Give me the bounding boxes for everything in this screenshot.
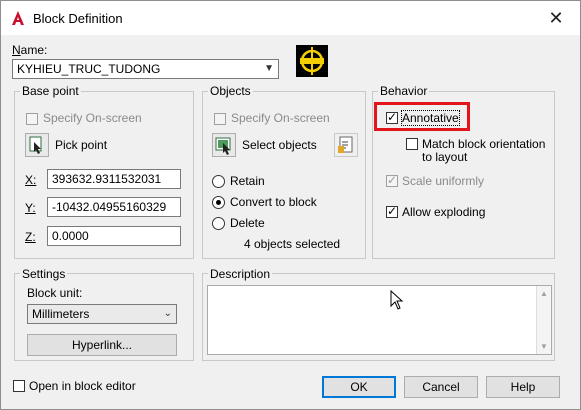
block-unit-label: Block unit: bbox=[27, 286, 83, 300]
description-scrollbar[interactable]: ▲ ▼ bbox=[536, 286, 551, 354]
match-orientation-label-line2: to layout bbox=[422, 150, 468, 164]
settings-title: Settings bbox=[20, 267, 68, 281]
close-icon[interactable]: ✕ bbox=[545, 7, 567, 29]
block-unit-select[interactable]: Millimeters ⌄ bbox=[27, 304, 177, 324]
description-textarea[interactable]: ▲ ▼ bbox=[207, 285, 552, 355]
mouse-cursor-icon bbox=[390, 290, 404, 310]
chevron-down-icon[interactable]: ⌄ bbox=[164, 308, 172, 319]
quick-select-icon bbox=[338, 136, 353, 153]
quick-select-button[interactable] bbox=[334, 133, 358, 157]
name-label-rest: ame: bbox=[20, 43, 48, 57]
pick-point-label[interactable]: Pick point bbox=[55, 138, 107, 152]
allow-exploding-checkbox[interactable]: ✓ bbox=[386, 204, 398, 218]
objects-specify-onscreen-label: Specify On-screen bbox=[231, 111, 330, 125]
cancel-button[interactable]: Cancel bbox=[404, 376, 478, 398]
objects-specify-onscreen-checkbox[interactable] bbox=[214, 113, 226, 125]
name-label: Name: bbox=[12, 43, 48, 57]
help-button[interactable]: Help bbox=[486, 376, 560, 398]
z-input[interactable]: 0.0000 bbox=[47, 226, 181, 246]
description-title: Description bbox=[208, 267, 273, 281]
block-preview-symbol-icon bbox=[300, 47, 324, 75]
ok-button[interactable]: OK bbox=[322, 376, 396, 398]
open-in-block-editor-checkbox[interactable] bbox=[13, 380, 25, 392]
select-objects-label[interactable]: Select objects bbox=[242, 138, 317, 152]
behavior-title: Behavior bbox=[378, 84, 430, 98]
scale-uniformly-label: Scale uniformly bbox=[402, 174, 485, 188]
scroll-down-icon[interactable]: ▼ bbox=[540, 342, 548, 351]
selected-count-text: 4 objects selected bbox=[244, 237, 341, 251]
radio-selected-dot bbox=[216, 200, 221, 205]
y-input[interactable]: -10432.04955160329 bbox=[47, 197, 181, 217]
hyperlink-button[interactable]: Hyperlink... bbox=[27, 334, 177, 356]
base-specify-onscreen-label: Specify On-screen bbox=[43, 111, 142, 125]
pick-point-icon bbox=[29, 136, 42, 154]
delete-radio[interactable] bbox=[212, 217, 225, 230]
select-objects-icon bbox=[215, 137, 231, 155]
block-preview-image bbox=[296, 45, 328, 77]
name-combobox[interactable]: KYHIEU_TRUC_TUDONG ▼ bbox=[12, 59, 279, 79]
x-input[interactable]: 393632.9311532031 bbox=[47, 169, 181, 189]
retain-radio[interactable] bbox=[212, 175, 225, 188]
match-orientation-label-line1: Match block orientation bbox=[422, 137, 546, 151]
title-bar: Block Definition ✕ bbox=[1, 1, 580, 35]
match-orientation-checkbox[interactable] bbox=[406, 138, 418, 150]
checkmark-icon: ✓ bbox=[387, 204, 398, 218]
block-definition-dialog: Block Definition ✕ Name: KYHIEU_TRUC_TUD… bbox=[0, 0, 581, 410]
autocad-app-icon bbox=[12, 11, 24, 25]
pick-point-button[interactable] bbox=[25, 133, 49, 157]
chevron-down-icon[interactable]: ▼ bbox=[264, 63, 274, 74]
base-specify-onscreen-checkbox[interactable] bbox=[26, 113, 38, 125]
retain-label: Retain bbox=[230, 174, 265, 188]
annotative-highlight-box bbox=[374, 102, 470, 131]
y-label: Y: bbox=[25, 201, 36, 215]
convert-to-block-label: Convert to block bbox=[230, 195, 317, 209]
checkmark-icon: ✓ bbox=[387, 173, 398, 187]
delete-label: Delete bbox=[230, 216, 265, 230]
window-title: Block Definition bbox=[33, 11, 123, 26]
convert-to-block-radio[interactable] bbox=[212, 196, 225, 209]
base-point-title: Base point bbox=[20, 84, 81, 98]
x-label: X: bbox=[25, 173, 37, 187]
objects-title: Objects bbox=[208, 84, 253, 98]
open-in-block-editor-label: Open in block editor bbox=[29, 379, 136, 393]
name-value: KYHIEU_TRUC_TUDONG bbox=[17, 62, 161, 76]
scroll-up-icon[interactable]: ▲ bbox=[540, 289, 548, 298]
block-unit-value: Millimeters bbox=[32, 307, 90, 321]
select-objects-button[interactable] bbox=[212, 133, 236, 157]
scale-uniformly-checkbox[interactable]: ✓ bbox=[386, 173, 398, 187]
z-label: Z: bbox=[25, 230, 36, 244]
allow-exploding-label: Allow exploding bbox=[402, 205, 486, 219]
